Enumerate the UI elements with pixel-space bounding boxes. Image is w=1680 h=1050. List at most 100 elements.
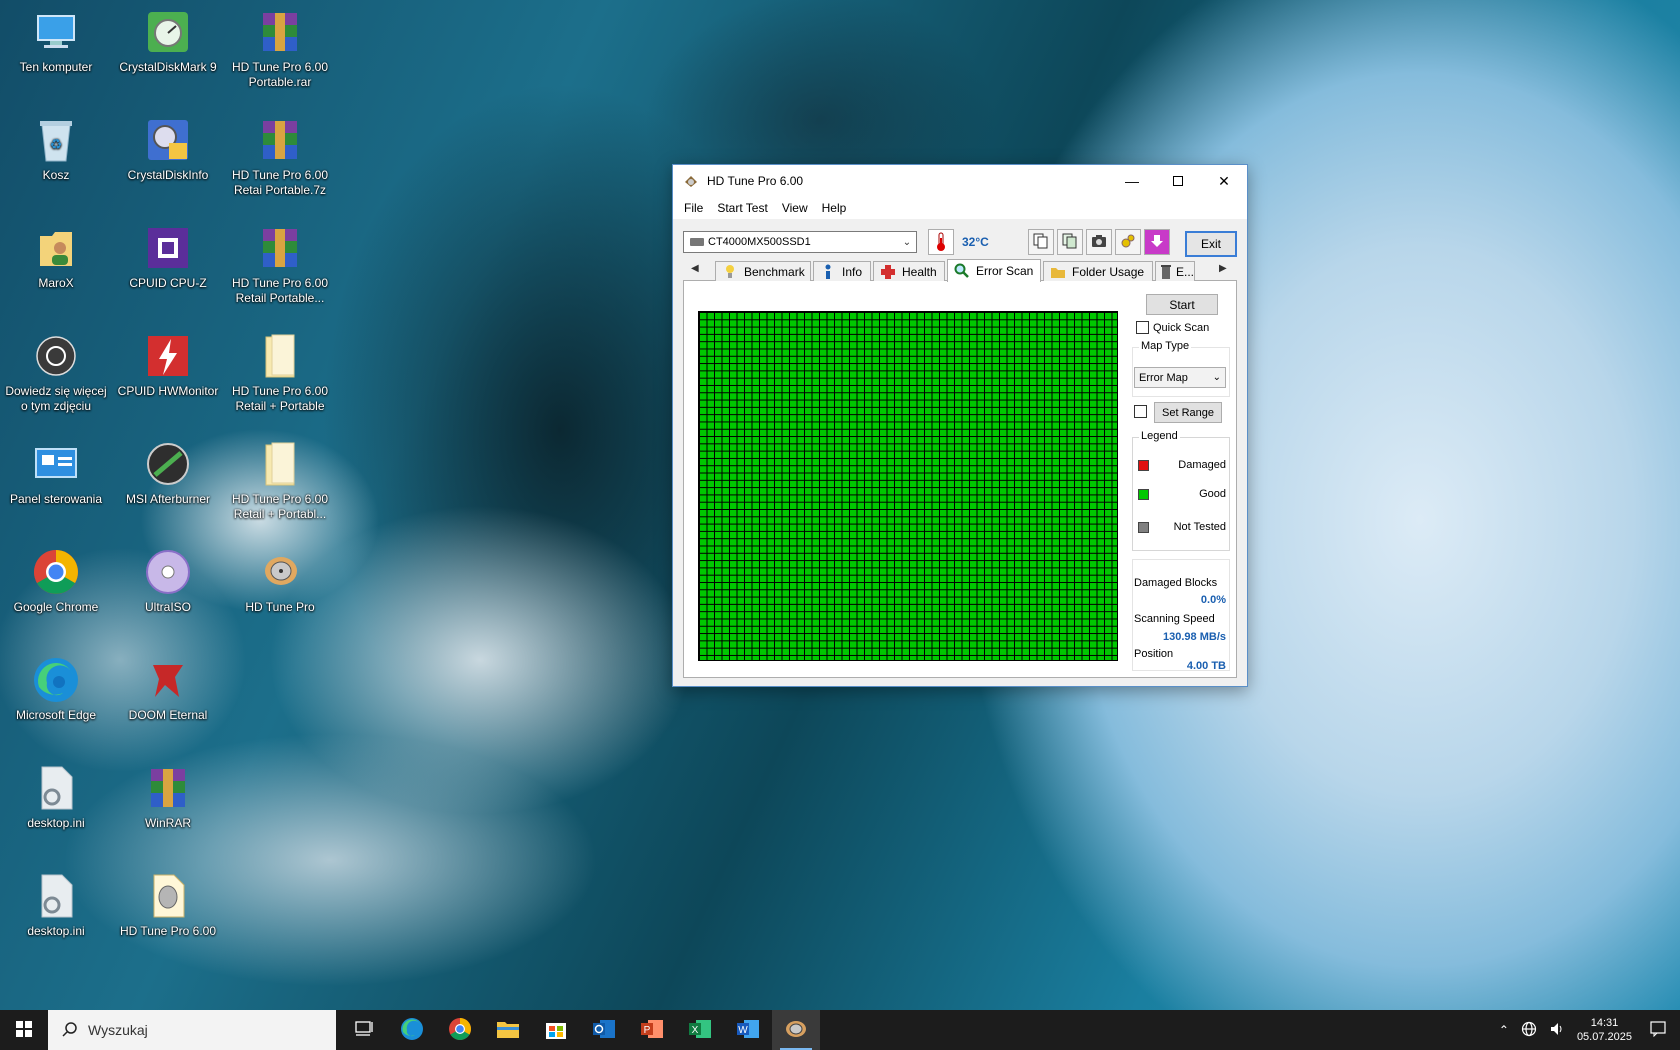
drive-select[interactable]: CT4000MX500SSD1 ⌄ (683, 231, 917, 253)
thermometer-icon (928, 229, 954, 255)
copy-info-button[interactable] (1028, 229, 1054, 255)
tab-erase[interactable]: E... (1155, 261, 1195, 281)
minimize-button[interactable]: — (1109, 165, 1155, 197)
window-title: HD Tune Pro 6.00 (707, 174, 804, 188)
desktop-icon-label: desktop.ini (27, 816, 85, 830)
desktop-icon-recycle-bin[interactable]: ♻ Kosz (2, 116, 110, 183)
desktop-icon-label: Ten komputer (19, 60, 93, 74)
cpuz-icon (144, 224, 192, 272)
quick-scan-checkbox[interactable]: Quick Scan (1136, 321, 1209, 334)
copy-all-button[interactable] (1057, 229, 1083, 255)
error-map-grid (698, 311, 1118, 661)
save-button[interactable] (1144, 229, 1170, 255)
tab-label: Error Scan (976, 264, 1034, 278)
computer-icon (32, 8, 80, 56)
desktop-icon-desktop-ini-2[interactable]: desktop.ini (2, 872, 110, 939)
desktop-icon-chrome[interactable]: Google Chrome (2, 548, 110, 615)
desktop-icon-this-pc[interactable]: Ten komputer (2, 8, 110, 75)
chevron-up-icon[interactable]: ⌃ (1499, 1023, 1509, 1037)
tab-error-scan[interactable]: Error Scan (947, 259, 1041, 282)
tab-health[interactable]: Health (873, 261, 945, 281)
exit-button[interactable]: Exit (1185, 231, 1237, 257)
desktop-icon-marox[interactable]: MaroX (2, 224, 110, 291)
close-button[interactable]: ✕ (1201, 165, 1247, 197)
desktop-icon-label: Dowiedz się więcej o tym zdjęciu (5, 384, 107, 413)
minimize-icon: — (1125, 173, 1139, 189)
chevron-down-icon: ⌄ (902, 236, 912, 248)
desktop-icon-doom-eternal[interactable]: DOOM Eternal (114, 656, 222, 723)
tab-benchmark[interactable]: Benchmark (715, 261, 811, 281)
menu-file[interactable]: File (677, 201, 710, 215)
desktop-icon-label: CPUID CPU-Z (129, 276, 207, 290)
taskbar-hdtune[interactable] (772, 1010, 820, 1050)
taskbar-chrome[interactable] (436, 1010, 484, 1050)
close-icon: ✕ (1218, 172, 1230, 189)
desktop-icon-crystaldiskinfo[interactable]: CrystalDiskInfo (114, 116, 222, 183)
clock[interactable]: 14:31 05.07.2025 (1577, 1016, 1632, 1044)
taskbar-file-explorer[interactable] (484, 1010, 532, 1050)
position-value: 4.00 TB (1186, 660, 1226, 672)
map-type-select[interactable]: Error Map ⌄ (1134, 367, 1226, 388)
info-icon (820, 264, 836, 280)
tab-label: Info (842, 264, 863, 279)
desktop-icon-hdtune-folder-2[interactable]: HD Tune Pro 6.00 Retail + Portabl... (226, 440, 334, 522)
tab-scroll-left-icon[interactable]: ◀ (691, 263, 699, 274)
taskbar-outlook[interactable] (580, 1010, 628, 1050)
system-tray: ⌃ 14:31 05.07.2025 (1493, 1010, 1680, 1050)
desktop-icon-hdtune-folder-1[interactable]: HD Tune Pro 6.00 Retail + Portable (226, 332, 334, 414)
maximize-button[interactable] (1155, 165, 1201, 197)
options-button[interactable] (1115, 229, 1141, 255)
menu-view[interactable]: View (775, 201, 815, 215)
search-icon (62, 1021, 78, 1040)
desktop-icon-ultraiso[interactable]: UltraISO (114, 548, 222, 615)
drive-name: CT4000MX500SSD1 (708, 236, 811, 248)
desktop-icon-label: Google Chrome (13, 600, 99, 614)
taskbar-powerpoint[interactable]: P (628, 1010, 676, 1050)
taskbar-word[interactable]: W (724, 1010, 772, 1050)
desktop-icon-winrar[interactable]: WinRAR (114, 764, 222, 831)
svg-text:P: P (644, 1025, 651, 1036)
screenshot-button[interactable] (1086, 229, 1112, 255)
folder-icon (1050, 264, 1066, 280)
set-range-checkbox[interactable] (1134, 405, 1147, 418)
notifications-icon[interactable] (1650, 1020, 1666, 1040)
desktop-icon-label: Panel sterowania (9, 492, 103, 506)
desktop-icon-crystaldiskmark[interactable]: CrystalDiskMark 9 (114, 8, 222, 75)
menu-start-test[interactable]: Start Test (710, 201, 774, 215)
desktop-icon-edge[interactable]: Microsoft Edge (2, 656, 110, 723)
taskbar-excel[interactable]: X (676, 1010, 724, 1050)
taskbar-store[interactable] (532, 1010, 580, 1050)
title-bar[interactable]: HD Tune Pro 6.00 — ✕ (673, 165, 1247, 197)
svg-text:♻: ♻ (50, 136, 63, 152)
folder-icon (256, 332, 304, 380)
desktop-icon-hdtune-7z[interactable]: HD Tune Pro 6.00 Retai Portable.7z (226, 116, 334, 198)
tab-scroll-right-icon[interactable]: ▶ (1219, 263, 1227, 274)
desktop-icon-learn-about-photo[interactable]: Dowiedz się więcej o tym zdjęciu (2, 332, 110, 414)
task-view-button[interactable] (340, 1010, 388, 1050)
desktop-icon-hdtune-rar[interactable]: HD Tune Pro 6.00 Portable.rar (226, 8, 334, 90)
network-globe-icon[interactable] (1521, 1021, 1537, 1040)
desktop-icon-label: Kosz (42, 168, 70, 182)
desktop-icon-msi-afterburner[interactable]: MSI Afterburner (114, 440, 222, 507)
taskbar-edge[interactable] (388, 1010, 436, 1050)
store-icon (545, 1018, 567, 1043)
desktop-icon-hdtune-retail-archive[interactable]: HD Tune Pro 6.00 Retail Portable... (226, 224, 334, 306)
winrar-archive-icon (256, 224, 304, 272)
desktop-icon-hwmonitor[interactable]: CPUID HWMonitor (114, 332, 222, 399)
desktop-icon-control-panel[interactable]: Panel sterowania (2, 440, 110, 507)
start-button[interactable]: Start (1146, 294, 1218, 315)
tab-folder-usage[interactable]: Folder Usage (1043, 261, 1153, 281)
legend-damaged-label: Damaged (1178, 459, 1226, 471)
tab-label: Folder Usage (1072, 264, 1145, 279)
desktop-icon-desktop-ini-1[interactable]: desktop.ini (2, 764, 110, 831)
desktop-icon-hdtune-pro[interactable]: HD Tune Pro (226, 548, 334, 615)
chevron-down-icon: ⌄ (1212, 372, 1221, 383)
volume-icon[interactable] (1549, 1021, 1565, 1040)
desktop-icon-cpuz[interactable]: CPUID CPU-Z (114, 224, 222, 291)
start-button[interactable] (0, 1010, 48, 1050)
set-range-button[interactable]: Set Range (1154, 402, 1222, 423)
tab-info[interactable]: Info (813, 261, 871, 281)
desktop-icon-hdtune-file[interactable]: HD Tune Pro 6.00 (114, 872, 222, 939)
taskbar-search[interactable]: Wyszukaj (48, 1010, 336, 1050)
menu-help[interactable]: Help (815, 201, 854, 215)
